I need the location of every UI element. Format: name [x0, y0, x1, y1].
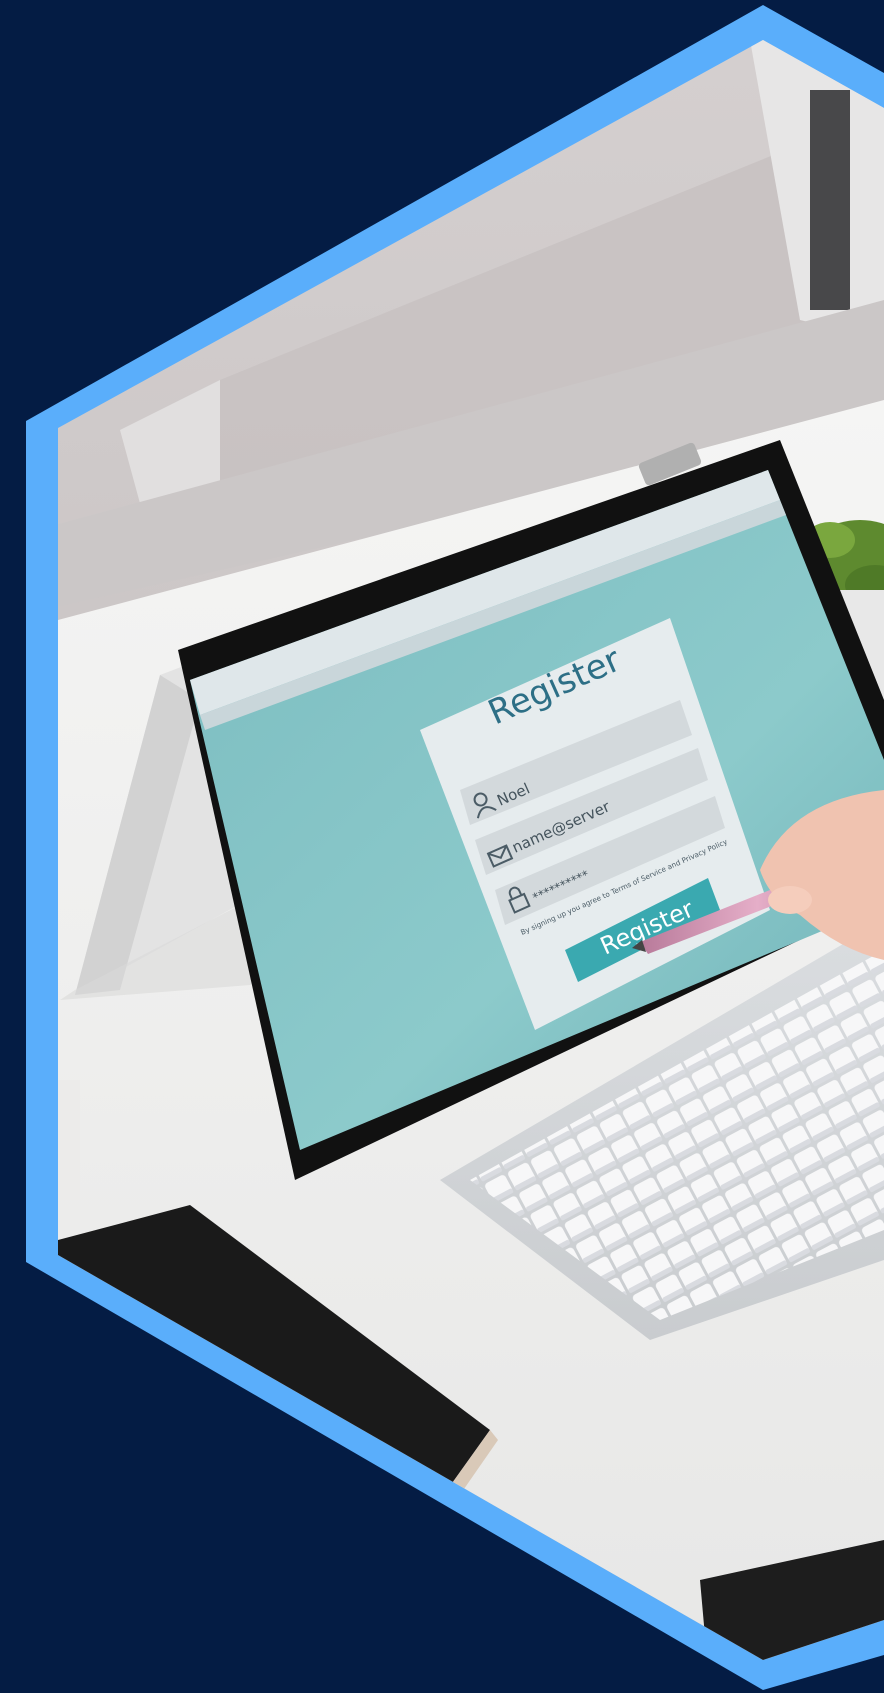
photo-content: Register Noel name@server ********** By …: [58, 40, 884, 1660]
hexagon-photo: Register Noel name@server ********** By …: [26, 5, 884, 1690]
photo-stage: Register Noel name@server ********** By …: [0, 0, 884, 1693]
